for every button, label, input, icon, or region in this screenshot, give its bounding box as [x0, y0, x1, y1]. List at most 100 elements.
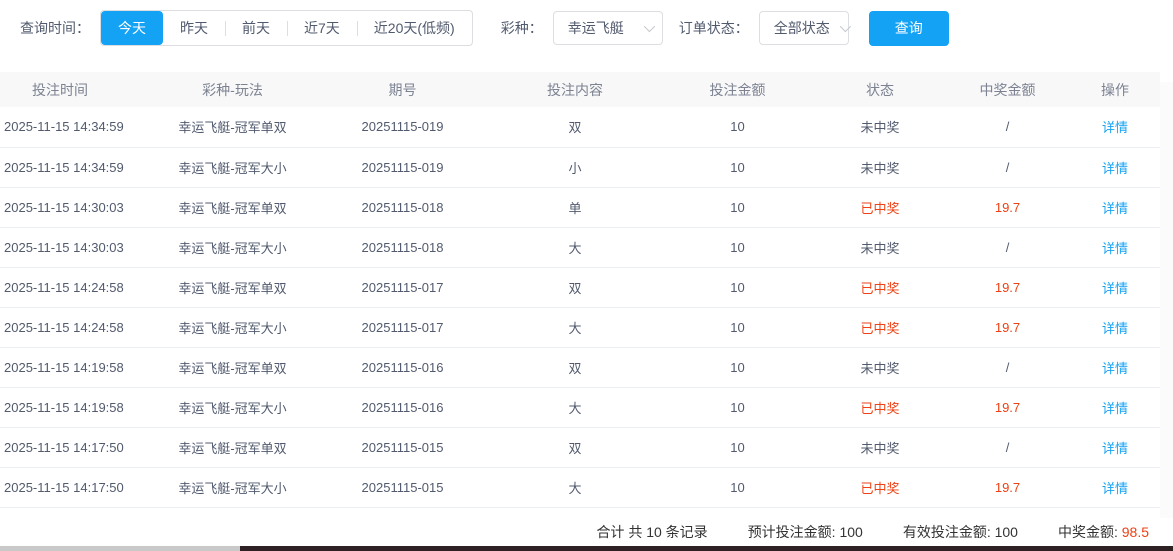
bottom-bar: [0, 546, 1173, 551]
horizontal-scrollbar-track: [0, 546, 240, 551]
cell-issue-number: 20251115-016: [315, 387, 490, 427]
cell-actions: 详情: [1070, 267, 1160, 307]
horizontal-scrollbar-thumb[interactable]: [240, 546, 1173, 551]
table-row: 2025-11-15 14:19:58 幸运飞艇-冠军单双 20251115-0…: [0, 347, 1160, 387]
cell-bet-content: 大: [490, 467, 660, 507]
table-row: 2025-11-15 14:17:50 幸运飞艇-冠军大小 20251115-0…: [0, 467, 1160, 507]
table-row: 2025-11-15 14:17:50 幸运飞艇-冠军单双 20251115-0…: [0, 427, 1160, 467]
time-filter-option-1[interactable]: 昨天: [163, 11, 225, 45]
cell-lottery-play: 幸运飞艇-冠军单双: [150, 187, 315, 227]
cell-lottery-play: 幸运飞艇-冠军大小: [150, 227, 315, 267]
time-filter-option-2[interactable]: 前天: [225, 11, 287, 45]
cell-actions: 详情: [1070, 347, 1160, 387]
order-status-select[interactable]: 全部状态: [759, 11, 849, 45]
cell-lottery-play: 幸运飞艇-冠军单双: [150, 107, 315, 147]
cell-actions: 详情: [1070, 467, 1160, 507]
summary-total: 合计 共 10 条记录: [596, 522, 707, 542]
cell-lottery-play: 幸运飞艇-冠军大小: [150, 147, 315, 187]
cell-bet-content: 双: [490, 107, 660, 147]
cell-actions: 详情: [1070, 107, 1160, 147]
filter-bar: 查询时间： 今天昨天前天近7天近20天(低频) 彩种： 幸运飞艇 订单状态： 全…: [20, 10, 1173, 46]
cell-bet-time: 2025-11-15 14:19:58: [0, 387, 150, 427]
cell-status: 已中奖: [815, 267, 945, 307]
lottery-select[interactable]: 幸运飞艇: [553, 11, 663, 45]
cell-lottery-play: 幸运飞艇-冠军单双: [150, 267, 315, 307]
cell-issue-number: 20251115-017: [315, 267, 490, 307]
summary-prize-amount: 中奖金额: 98.5: [1058, 522, 1149, 542]
cell-bet-amount: 10: [660, 347, 815, 387]
header-bet-time: 投注时间: [0, 72, 150, 107]
detail-link[interactable]: 详情: [1102, 361, 1128, 376]
cell-status: 未中奖: [815, 107, 945, 147]
cell-actions: 详情: [1070, 387, 1160, 427]
cell-actions: 详情: [1070, 307, 1160, 347]
detail-link[interactable]: 详情: [1102, 441, 1128, 456]
cell-prize-amount: 19.7: [945, 187, 1070, 227]
cell-bet-time: 2025-11-15 14:17:50: [0, 427, 150, 467]
cell-prize-amount: 19.7: [945, 267, 1070, 307]
chevron-down-icon: [643, 21, 654, 32]
cell-bet-amount: 10: [660, 267, 815, 307]
time-filter-label: 查询时间：: [20, 18, 90, 38]
cell-status: 未中奖: [815, 427, 945, 467]
cell-actions: 详情: [1070, 147, 1160, 187]
header-lottery-play: 彩种-玩法: [150, 72, 315, 107]
header-issue-number: 期号: [315, 72, 490, 107]
cell-bet-amount: 10: [660, 427, 815, 467]
cell-prize-amount: 19.7: [945, 387, 1070, 427]
cell-status: 未中奖: [815, 227, 945, 267]
detail-link[interactable]: 详情: [1102, 321, 1128, 336]
cell-bet-content: 双: [490, 347, 660, 387]
detail-link[interactable]: 详情: [1102, 161, 1128, 176]
header-status: 状态: [815, 72, 945, 107]
summary-expected-amount: 预计投注金额: 100: [748, 522, 863, 542]
header-actions: 操作: [1070, 72, 1160, 107]
lottery-label: 彩种：: [501, 18, 543, 38]
cell-status: 已中奖: [815, 467, 945, 507]
table-row: 2025-11-15 14:30:03 幸运飞艇-冠军大小 20251115-0…: [0, 227, 1160, 267]
cell-lottery-play: 幸运飞艇-冠军大小: [150, 307, 315, 347]
detail-link[interactable]: 详情: [1102, 241, 1128, 256]
cell-bet-content: 大: [490, 307, 660, 347]
detail-link[interactable]: 详情: [1102, 481, 1128, 496]
orders-table: 投注时间 彩种-玩法 期号 投注内容 投注金额 状态 中奖金额 操作 2025-…: [0, 72, 1160, 508]
detail-link[interactable]: 详情: [1102, 281, 1128, 296]
cell-bet-content: 小: [490, 147, 660, 187]
cell-status: 已中奖: [815, 387, 945, 427]
table-row: 2025-11-15 14:34:59 幸运飞艇-冠军单双 20251115-0…: [0, 107, 1160, 147]
detail-link[interactable]: 详情: [1102, 401, 1128, 416]
cell-issue-number: 20251115-016: [315, 347, 490, 387]
cell-actions: 详情: [1070, 427, 1160, 467]
cell-bet-amount: 10: [660, 107, 815, 147]
cell-bet-amount: 10: [660, 387, 815, 427]
vertical-scrollbar-track: [1160, 82, 1173, 518]
time-filter-option-3[interactable]: 近7天: [287, 11, 357, 45]
search-button[interactable]: 查询: [869, 11, 949, 46]
cell-prize-amount: /: [945, 147, 1070, 187]
cell-lottery-play: 幸运飞艇-冠军大小: [150, 467, 315, 507]
table-row: 2025-11-15 14:19:58 幸运飞艇-冠军大小 20251115-0…: [0, 387, 1160, 427]
cell-bet-amount: 10: [660, 147, 815, 187]
cell-status: 未中奖: [815, 147, 945, 187]
table-row: 2025-11-15 14:34:59 幸运飞艇-冠军大小 20251115-0…: [0, 147, 1160, 187]
cell-issue-number: 20251115-015: [315, 427, 490, 467]
time-filter-option-0[interactable]: 今天: [101, 11, 163, 45]
cell-bet-content: 大: [490, 227, 660, 267]
cell-bet-time: 2025-11-15 14:34:59: [0, 107, 150, 147]
cell-bet-amount: 10: [660, 307, 815, 347]
cell-issue-number: 20251115-017: [315, 307, 490, 347]
cell-bet-content: 单: [490, 187, 660, 227]
summary-valid-amount: 有效投注金额: 100: [903, 522, 1018, 542]
table-row: 2025-11-15 14:30:03 幸运飞艇-冠军单双 20251115-0…: [0, 187, 1160, 227]
cell-bet-time: 2025-11-15 14:19:58: [0, 347, 150, 387]
detail-link[interactable]: 详情: [1102, 120, 1128, 135]
time-filter-option-4[interactable]: 近20天(低频): [357, 11, 472, 45]
detail-link[interactable]: 详情: [1102, 201, 1128, 216]
header-bet-content: 投注内容: [490, 72, 660, 107]
summary-bar: 合计 共 10 条记录 预计投注金额: 100 有效投注金额: 100 中奖金额…: [0, 522, 1149, 542]
orders-tbody: 2025-11-15 14:34:59 幸运飞艇-冠军单双 20251115-0…: [0, 107, 1160, 507]
cell-prize-amount: /: [945, 427, 1070, 467]
cell-bet-time: 2025-11-15 14:30:03: [0, 187, 150, 227]
cell-bet-amount: 10: [660, 187, 815, 227]
cell-status: 未中奖: [815, 347, 945, 387]
